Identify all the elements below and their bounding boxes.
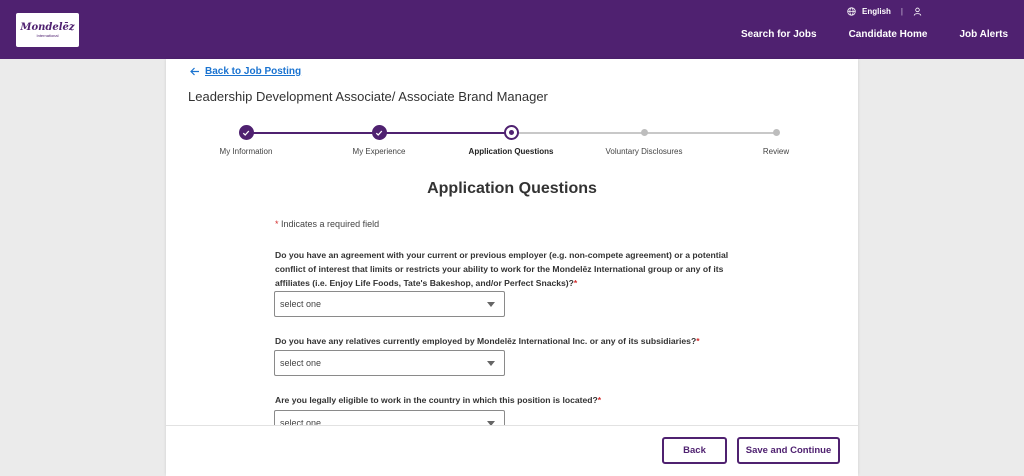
save-and-continue-button[interactable]: Save and Continue bbox=[737, 437, 840, 464]
required-field-note: * Indicates a required field bbox=[275, 219, 379, 229]
caret-down-icon bbox=[487, 302, 495, 307]
mondelez-logo[interactable]: Mondelēz International bbox=[16, 13, 79, 47]
question-label-non-compete: Do you have an agreement with your curre… bbox=[275, 250, 729, 288]
step-label-application-questions: Application Questions bbox=[468, 147, 554, 156]
caret-down-icon bbox=[487, 361, 495, 366]
job-title: Leadership Development Associate/ Associ… bbox=[188, 89, 548, 104]
step-dot-complete bbox=[371, 125, 387, 140]
logo-wordmark: Mondelēz bbox=[20, 21, 75, 33]
question-label-work-eligibility: Are you legally eligible to work in the … bbox=[275, 395, 602, 405]
step-dot-complete bbox=[238, 125, 254, 140]
required-asterisk: * bbox=[275, 219, 279, 229]
section-title: Application Questions bbox=[427, 180, 597, 197]
required-asterisk: * bbox=[597, 395, 602, 405]
step-dot-current bbox=[503, 125, 519, 140]
top-header: Mondelēz International English | Search … bbox=[0, 0, 1024, 59]
nav-search-for-jobs[interactable]: Search for Jobs bbox=[741, 29, 817, 40]
nav-job-alerts[interactable]: Job Alerts bbox=[959, 29, 1008, 40]
step-label-my-information: My Information bbox=[219, 147, 273, 156]
required-note-text: Indicates a required field bbox=[281, 219, 380, 229]
check-icon bbox=[242, 130, 250, 136]
select-value: select one bbox=[280, 299, 322, 309]
question-label-relatives: Do you have any relatives currently empl… bbox=[275, 336, 700, 346]
user-icon[interactable] bbox=[913, 7, 922, 16]
arrow-left-icon bbox=[190, 67, 199, 76]
required-asterisk: * bbox=[573, 278, 578, 288]
check-icon bbox=[375, 130, 383, 136]
select-value: select one bbox=[280, 358, 322, 368]
nav-candidate-home[interactable]: Candidate Home bbox=[849, 29, 928, 40]
required-asterisk: * bbox=[696, 336, 700, 346]
relatives-select[interactable]: select one bbox=[274, 350, 505, 376]
globe-icon bbox=[847, 7, 856, 16]
utility-divider: | bbox=[900, 7, 903, 16]
utility-bar: English | bbox=[847, 7, 922, 16]
step-label-voluntary-disclosures: Voluntary Disclosures bbox=[605, 147, 683, 156]
step-dot-upcoming bbox=[772, 129, 780, 136]
progress-stepper: My Information My Experience Application… bbox=[166, 125, 858, 161]
non-compete-select[interactable]: select one bbox=[274, 291, 505, 317]
back-to-job-posting-link[interactable]: Back to Job Posting bbox=[190, 66, 301, 77]
logo-subtitle: International bbox=[36, 32, 59, 38]
application-card: Back to Job Posting Leadership Developme… bbox=[166, 59, 858, 476]
back-button[interactable]: Back bbox=[662, 437, 727, 464]
step-label-my-experience: My Experience bbox=[352, 147, 406, 156]
step-dot-upcoming bbox=[640, 129, 648, 136]
step-label-review: Review bbox=[762, 147, 790, 156]
back-link-label: Back to Job Posting bbox=[205, 66, 302, 77]
main-nav: Search for Jobs Candidate Home Job Alert… bbox=[741, 29, 1008, 40]
language-selector[interactable]: English bbox=[862, 7, 891, 16]
form-footer: Back Save and Continue bbox=[166, 425, 858, 476]
